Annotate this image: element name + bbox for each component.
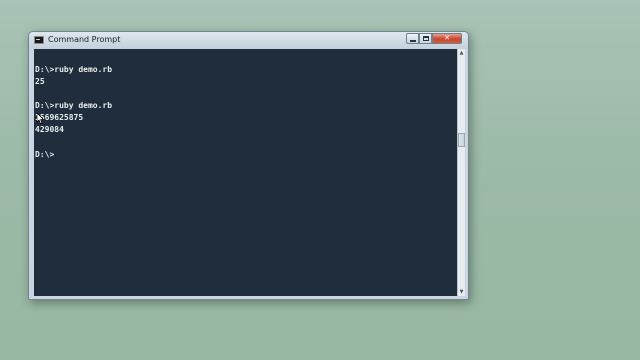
console-line: D:\>ruby demo.rb [35,101,113,110]
console-line: 429084 [35,125,64,134]
vertical-scrollbar[interactable]: ▲ ▼ [457,49,465,296]
close-icon: ✕ [444,34,450,42]
console-prompt: D:\> [35,150,55,159]
console-line: 25 [35,77,45,86]
minimize-button[interactable] [406,33,419,44]
scroll-down-icon[interactable]: ▼ [458,288,465,296]
scroll-thumb[interactable] [458,133,465,147]
cmd-icon [34,36,44,44]
minimize-icon [410,40,416,42]
title-bar[interactable]: Command Prompt ✕ [29,32,468,49]
maximize-button[interactable] [419,33,432,44]
window-title: Command Prompt [48,35,121,44]
scroll-up-icon[interactable]: ▲ [458,49,465,57]
console-output[interactable]: D:\>ruby demo.rb 25 D:\>ruby demo.rb 156… [34,49,457,296]
maximize-icon [423,36,429,41]
command-prompt-window: Command Prompt ✕ D:\>ruby demo.rb 25 D:\… [28,31,469,300]
close-button[interactable]: ✕ [432,33,462,44]
console-line: D:\>ruby demo.rb [35,65,113,74]
